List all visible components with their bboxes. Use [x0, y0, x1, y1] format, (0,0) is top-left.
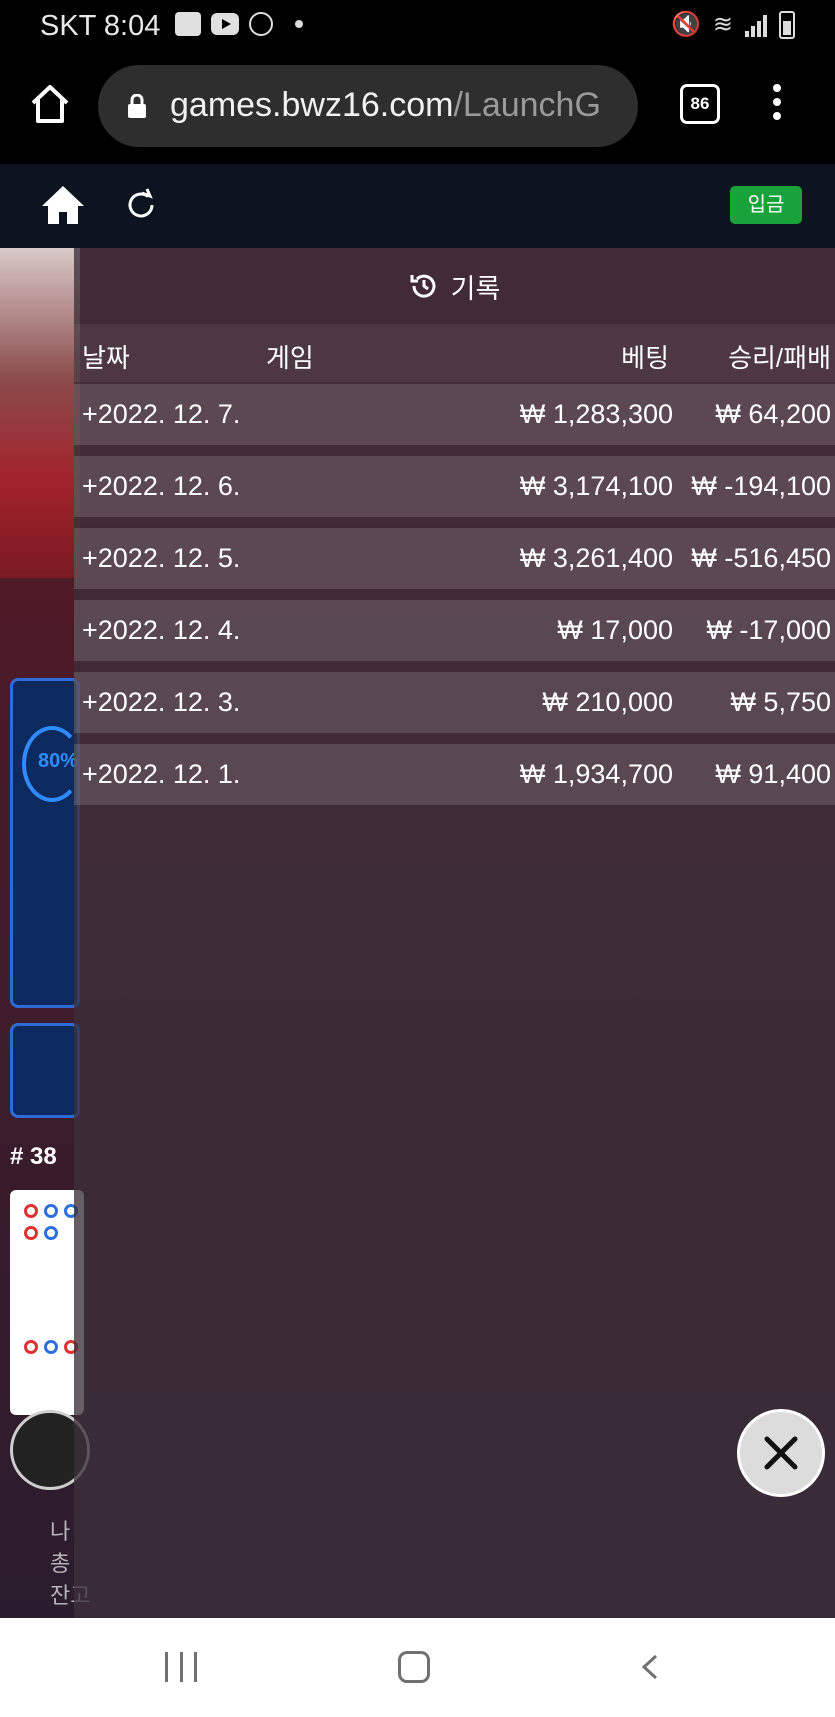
row-result: ₩ 91,400 [715, 759, 831, 789]
row-bet: ₩ 210,000 [542, 687, 673, 717]
system-nav-bar [0, 1618, 835, 1717]
browser-home-icon[interactable] [28, 82, 72, 126]
history-header: 기록 [74, 248, 835, 324]
history-row[interactable]: +2022. 12. 7. ₩ 1,283,300 ₩ 64,200 [74, 384, 835, 445]
history-icon [410, 274, 436, 298]
close-history-button[interactable] [737, 1409, 825, 1497]
row-result: ₩ 5,750 [730, 687, 831, 717]
lock-icon [128, 94, 146, 118]
timer-ring: 80% [22, 726, 82, 802]
history-column-headers: 날짜 게임 베팅 승리/패배 [74, 324, 835, 382]
url-domain: games.bwz16.com [170, 86, 454, 124]
recent-apps-icon[interactable] [165, 1652, 197, 1682]
round-number: # 38 [10, 1143, 57, 1170]
history-row[interactable]: +2022. 12. 6. ₩ 3,174,100 ₩ -194,100 [74, 456, 835, 517]
history-row[interactable]: +2022. 12. 5. ₩ 3,261,400 ₩ -516,450 [74, 528, 835, 589]
history-row[interactable]: +2022. 12. 3. ₩ 210,000 ₩ 5,750 [74, 672, 835, 733]
game-home-icon[interactable] [40, 184, 86, 226]
signal-icon [745, 13, 767, 37]
row-bet: ₩ 3,261,400 [519, 543, 673, 573]
deposit-button[interactable]: 입금 [730, 186, 802, 224]
row-date: +2022. 12. 5. [82, 543, 241, 573]
browser-toolbar: games.bwz16.com/LaunchG 86 [0, 52, 835, 164]
side-bet-area[interactable] [10, 1023, 80, 1118]
nav-home-icon[interactable] [398, 1651, 430, 1683]
address-bar[interactable]: games.bwz16.com/LaunchG [98, 65, 638, 147]
refresh-icon[interactable] [124, 188, 158, 222]
system-icons: 🔇 ≋ [671, 10, 795, 39]
history-row[interactable]: +2022. 12. 1. ₩ 1,934,700 ₩ 91,400 [74, 744, 835, 805]
column-date: 날짜 [82, 343, 130, 373]
tab-switcher-button[interactable]: 86 [680, 84, 720, 124]
road-map [10, 1190, 84, 1415]
gallery-icon [175, 12, 201, 36]
notification-icons [175, 12, 303, 36]
column-game: 게임 [266, 343, 314, 373]
row-result: ₩ 64,200 [715, 399, 831, 429]
dealer-video [0, 248, 80, 578]
youtube-icon [211, 13, 239, 35]
history-rows: +2022. 12. 7. ₩ 1,283,300 ₩ 64,200 +2022… [74, 384, 835, 816]
history-row[interactable]: +2022. 12. 4. ₩ 17,000 ₩ -17,000 [74, 600, 835, 661]
row-result: ₩ -516,450 [691, 543, 831, 573]
history-title: 기록 [450, 273, 501, 304]
wifi-icon: ≋ [712, 11, 733, 38]
status-bar: SKT 8:04 🔇 ≋ [0, 0, 835, 52]
column-bet: 베팅 [621, 343, 669, 373]
app-notification-icon [249, 12, 273, 36]
browser-menu-icon[interactable] [770, 84, 784, 124]
more-notifications-icon [295, 20, 303, 28]
row-bet: ₩ 1,934,700 [519, 759, 673, 789]
row-result: ₩ -17,000 [706, 615, 831, 645]
row-bet: ₩ 3,174,100 [519, 471, 673, 501]
url-path: /LaunchG [453, 86, 601, 124]
row-bet: ₩ 17,000 [557, 615, 673, 645]
url-text: games.bwz16.com/LaunchG [170, 86, 625, 125]
game-toolbar: 입금 [0, 164, 835, 248]
row-date: +2022. 12. 3. [82, 687, 241, 717]
history-panel: 기록 날짜 게임 베팅 승리/패배 +2022. 12. 7. ₩ 1,283,… [74, 248, 835, 1618]
mute-icon: 🔇 [671, 11, 701, 38]
battery-icon [779, 10, 795, 39]
row-bet: ₩ 1,283,300 [519, 399, 673, 429]
row-date: +2022. 12. 7. [82, 399, 241, 429]
row-date: +2022. 12. 6. [82, 471, 241, 501]
row-date: +2022. 12. 1. [82, 759, 241, 789]
row-result: ₩ -194,100 [691, 471, 831, 501]
status-time: SKT 8:04 [40, 10, 161, 42]
column-result: 승리/패배 [728, 343, 831, 373]
close-icon [764, 1436, 798, 1470]
back-icon[interactable] [640, 1654, 660, 1680]
row-date: +2022. 12. 4. [82, 615, 241, 645]
